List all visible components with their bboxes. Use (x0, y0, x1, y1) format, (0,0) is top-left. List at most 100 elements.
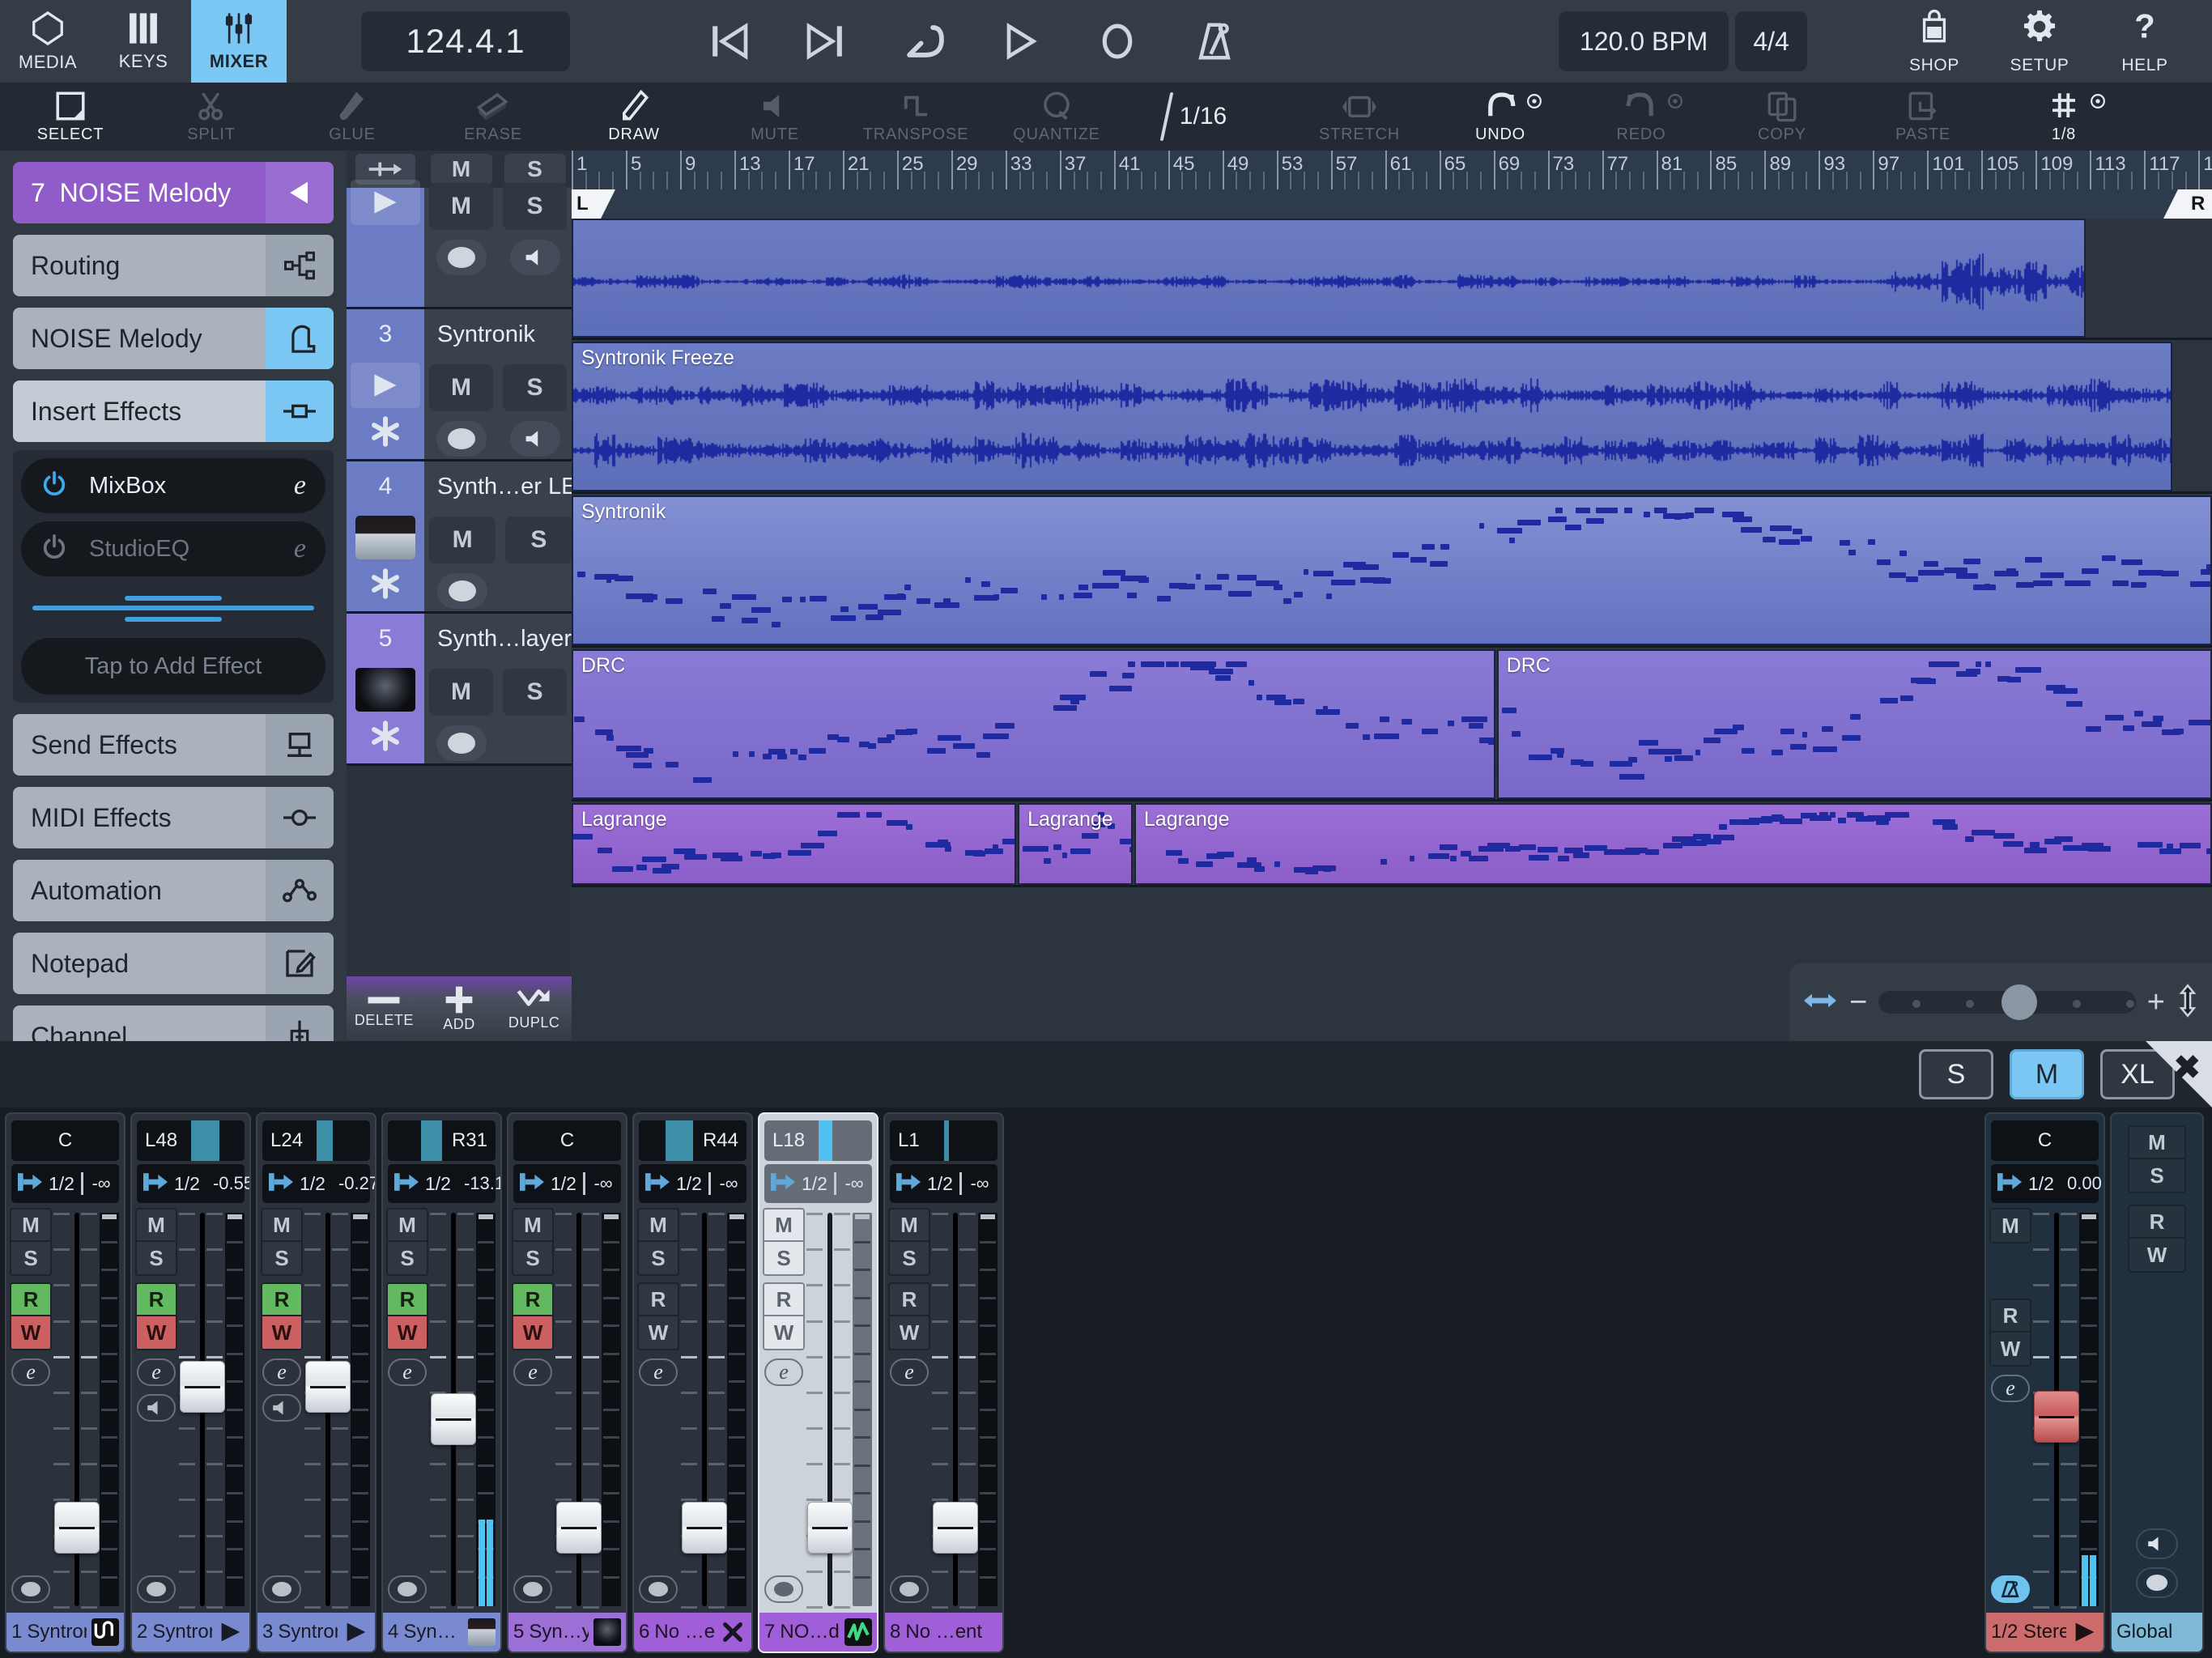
track-row-4[interactable]: 4 Synth…er LE M S (347, 461, 577, 614)
midi-note[interactable] (1719, 824, 1728, 831)
pan-control[interactable]: R31 (388, 1120, 496, 1161)
midi-note[interactable] (1528, 855, 1549, 861)
inspector-instrument[interactable]: NOISE Melody (13, 308, 334, 369)
midi-note[interactable] (1372, 578, 1391, 585)
channel-read-button[interactable]: R (137, 1284, 176, 1316)
pan-control[interactable]: C (513, 1120, 621, 1161)
mixer-channel-strip[interactable]: R31 1/2 -13.12 M S R W (381, 1112, 502, 1653)
midi-note[interactable] (926, 747, 946, 754)
track3-monitor-button[interactable] (498, 416, 572, 461)
mixer-channel-strip[interactable]: L18 1/2 -∞ M S R W e 7 NO…d (758, 1112, 878, 1653)
add-effect-button[interactable]: Tap to Add Effect (21, 638, 325, 695)
inspector-send-effects[interactable]: Send Effects (13, 714, 334, 776)
midi-note[interactable] (1293, 699, 1305, 705)
midi-note[interactable] (1448, 721, 1455, 727)
master-output-routing[interactable]: 1/2 0.00 (1991, 1164, 2102, 1203)
midi-note[interactable] (1081, 833, 1099, 840)
midi-note[interactable] (1053, 844, 1061, 851)
midi-note[interactable] (1906, 576, 1919, 582)
play-triangle-icon[interactable] (2071, 1618, 2099, 1646)
midi-note[interactable] (1924, 560, 1939, 567)
midi-note[interactable] (606, 734, 614, 741)
shop-button[interactable]: SHOP (1882, 8, 1987, 75)
midi-note[interactable] (1254, 865, 1266, 872)
midi-note[interactable] (770, 852, 781, 859)
midi-note[interactable] (1070, 848, 1091, 854)
midi-note[interactable] (1497, 528, 1523, 534)
midi-note[interactable] (1121, 672, 1134, 678)
midi-note[interactable] (1469, 722, 1484, 729)
zoom-in-button[interactable]: + (2147, 985, 2165, 1020)
midi-note[interactable] (2189, 581, 2210, 588)
tool-transpose[interactable]: TRANSPOSE (845, 83, 986, 151)
midi-note[interactable] (1984, 583, 1991, 589)
midi-note[interactable] (1002, 839, 1015, 845)
midi-note[interactable] (1712, 834, 1734, 840)
channel-footer[interactable]: 3 Syntronik (257, 1613, 375, 1652)
right-locator[interactable]: R (2163, 189, 2212, 219)
global-solo-button[interactable]: S (2129, 1159, 2184, 1192)
midi-note[interactable] (973, 850, 986, 857)
tool-quantize[interactable]: QUANTIZE (986, 83, 1127, 151)
track-row-2[interactable]: M S (347, 180, 572, 309)
play-triangle-icon[interactable] (217, 1618, 245, 1646)
midi-note[interactable] (751, 607, 771, 614)
channel-edit-button[interactable]: e (11, 1358, 50, 1386)
channel-footer[interactable]: 5 Syn…yer (508, 1613, 626, 1652)
arrange-area[interactable]: 1 5 9 13 17 21 25 29 33 37 41 45 49 53 57 61 65 69 73 77 81 8… (572, 151, 2212, 1041)
global-footer[interactable]: Global (2112, 1613, 2202, 1652)
midi-note[interactable] (651, 594, 658, 601)
midi-note[interactable] (896, 593, 904, 600)
midi-note[interactable] (2040, 572, 2065, 578)
tool-mute[interactable]: MUTE (704, 83, 845, 151)
midi-note[interactable] (2206, 564, 2210, 571)
midi-note[interactable] (887, 819, 908, 826)
track-lane[interactable]: Syntronik (572, 495, 2212, 648)
midi-note[interactable] (809, 595, 827, 602)
master-read-button[interactable]: R (1991, 1300, 2030, 1333)
midi-note[interactable] (573, 834, 593, 840)
play-button[interactable] (991, 12, 1049, 70)
midi-note[interactable] (748, 751, 755, 758)
channel-footer[interactable]: 4 Syn… LE (383, 1613, 500, 1652)
midi-note[interactable] (1274, 699, 1291, 706)
channel-mute-button[interactable]: M (639, 1209, 678, 1242)
snap-options-icon[interactable] (2089, 92, 2107, 114)
channel-solo-button[interactable]: S (262, 1242, 301, 1274)
tool-erase[interactable]: ERASE (423, 83, 564, 151)
midi-note[interactable] (866, 614, 884, 621)
tempo-field[interactable]: 120.0 BPM (1559, 11, 1729, 71)
midi-note[interactable] (1316, 708, 1341, 715)
midi-note[interactable] (1053, 705, 1077, 712)
global-mute-button[interactable]: M (2129, 1127, 2184, 1159)
midi-note[interactable] (719, 603, 731, 610)
midi-note[interactable] (1729, 818, 1742, 825)
track4-name[interactable]: Synth…er LE (424, 461, 576, 512)
pan-control[interactable]: L18 (764, 1120, 872, 1161)
midi-note[interactable] (1166, 661, 1180, 667)
midi-note[interactable] (1976, 661, 1982, 667)
track4-m-button[interactable]: M (429, 517, 496, 563)
midi-note[interactable] (1537, 846, 1558, 852)
midi-note[interactable] (1450, 855, 1457, 861)
output-routing[interactable]: 1/2 -∞ (764, 1164, 872, 1203)
volume-fader[interactable] (556, 1501, 602, 1554)
tool-split[interactable]: SPLIT (141, 83, 282, 151)
keys-button[interactable]: KEYS (96, 0, 191, 83)
midi-note[interactable] (762, 754, 772, 760)
midi-note[interactable] (2065, 701, 2082, 708)
channel-record-button[interactable] (137, 1575, 176, 1603)
mixer-size-s[interactable]: S (1919, 1049, 1993, 1099)
track-row-3[interactable]: 3 Syntronik M S (347, 309, 572, 461)
midi-note[interactable] (830, 615, 856, 622)
channel-mute-button[interactable]: M (764, 1209, 803, 1242)
output-routing[interactable]: 1/2 -∞ (513, 1164, 621, 1203)
midi-note[interactable] (1732, 516, 1752, 522)
midi-note[interactable] (1304, 569, 1309, 576)
midi-note[interactable] (1674, 513, 1682, 520)
setup-button[interactable]: SETUP (1987, 8, 2092, 75)
midi-note[interactable] (1216, 573, 1229, 580)
midi-note[interactable] (1043, 857, 1051, 864)
midi-note[interactable] (916, 597, 930, 604)
midi-note[interactable] (993, 844, 999, 850)
